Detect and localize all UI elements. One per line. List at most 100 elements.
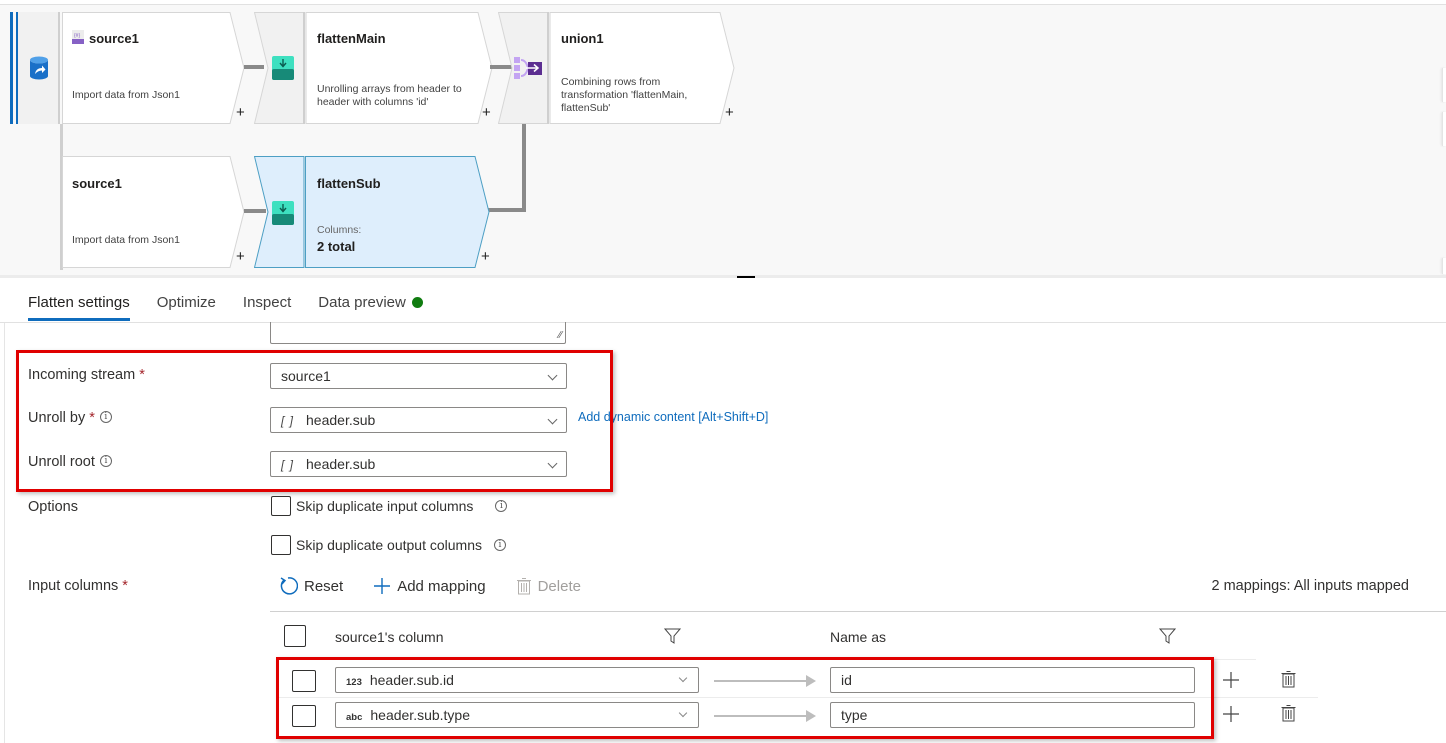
chevron-down-icon <box>547 370 558 381</box>
filter-icon[interactable] <box>1159 628 1176 644</box>
status-dot-icon <box>411 297 423 308</box>
add-transformation-button[interactable]: + <box>236 105 245 120</box>
name-as-input[interactable]: id <box>830 667 1195 693</box>
source-column-select[interactable]: 123 header.sub.id <box>335 667 699 693</box>
info-icon[interactable]: i <box>99 411 112 423</box>
required-mark: * <box>139 367 145 383</box>
tab-label: Flatten settings <box>28 294 130 311</box>
node-union1[interactable]: union1 Combining rows from transformatio… <box>549 12 740 124</box>
array-type-icon: [ ] <box>281 414 295 428</box>
tab-data-preview[interactable]: Data preview <box>318 294 423 320</box>
add-transformation-button[interactable]: + <box>236 249 245 264</box>
description-textarea[interactable]: ∕∕ <box>270 322 566 344</box>
integer-type-icon: 123 <box>346 677 362 688</box>
stream-selection-bar <box>10 12 13 124</box>
node-title: flattenSub <box>317 176 381 191</box>
column-header-name-as: Name as <box>830 629 887 645</box>
add-row-icon[interactable] <box>1222 671 1240 689</box>
flatten-icon-cell[interactable] <box>254 12 306 124</box>
required-mark: * <box>89 410 95 426</box>
svg-text:{#}: {#} <box>74 33 80 39</box>
select-value: header.sub <box>306 412 376 428</box>
node-columns-value: 2 total <box>317 239 356 254</box>
unroll-by-select[interactable]: [ ] header.sub <box>270 407 567 433</box>
add-row-icon[interactable] <box>1222 705 1240 723</box>
options-label: Options <box>28 499 78 515</box>
delete-button[interactable]: Delete <box>516 577 581 595</box>
node-source1[interactable]: {#} source1 Import data from Json1 + <box>62 12 250 124</box>
add-mapping-button[interactable]: Add mapping <box>373 577 486 595</box>
skip-duplicate-input-checkbox[interactable] <box>271 496 291 516</box>
header-divider <box>278 659 1256 660</box>
add-transformation-button[interactable]: + <box>482 105 491 120</box>
unroll-root-select[interactable]: [ ] header.sub <box>270 451 567 477</box>
unroll-root-label: Unroll root i <box>28 454 112 470</box>
delete-row-icon[interactable] <box>1281 670 1296 688</box>
tab-flatten-settings[interactable]: Flatten settings <box>28 294 130 321</box>
add-transformation-button[interactable]: + <box>725 105 734 120</box>
chevron-down-icon <box>547 458 558 469</box>
skip-duplicate-output-checkbox[interactable] <box>271 535 291 555</box>
button-label: Reset <box>304 577 344 595</box>
resize-grip-icon[interactable]: ∕∕ <box>559 330 562 341</box>
row-checkbox[interactable] <box>292 705 316 727</box>
canvas-side-tab-1[interactable] <box>1442 68 1446 102</box>
array-type-icon: [ ] <box>281 458 295 472</box>
canvas-side-tab-3[interactable] <box>1442 258 1446 274</box>
select-all-checkbox[interactable] <box>284 625 306 647</box>
unroll-by-label: Unroll by * i <box>28 410 112 426</box>
flatten-icon-cell-selected[interactable] <box>254 156 306 268</box>
name-as-input[interactable]: type <box>830 702 1195 728</box>
tab-inspect[interactable]: Inspect <box>243 294 291 320</box>
connector-line <box>522 124 526 212</box>
chevron-down-icon <box>678 708 688 718</box>
string-type-icon: abc <box>346 712 363 723</box>
column-header-source: source1's column <box>335 629 444 645</box>
reset-icon <box>280 577 298 595</box>
tab-optimize[interactable]: Optimize <box>157 294 216 320</box>
delete-row-icon[interactable] <box>1281 704 1296 722</box>
info-icon[interactable]: i <box>494 539 506 551</box>
select-value: header.sub.type <box>370 707 471 723</box>
plus-icon <box>374 578 391 594</box>
button-label: Add mapping <box>397 577 486 595</box>
add-dynamic-content-link[interactable]: Add dynamic content [Alt+Shift+D] <box>578 410 768 424</box>
panel-resize-handle[interactable] <box>737 276 755 278</box>
info-icon[interactable]: i <box>495 500 508 512</box>
panel-left-border <box>4 323 5 743</box>
chevron-down-icon <box>678 673 688 683</box>
node-description: Unrolling arrays from header to header w… <box>317 83 462 108</box>
select-value: header.sub <box>306 456 376 472</box>
json-dataset-icon: {#} <box>72 30 84 44</box>
node-source1-branch[interactable]: source1 Import data from Json1 + <box>62 156 250 268</box>
tab-label: Inspect <box>242 294 292 311</box>
node-flattenSub[interactable]: flattenSub Columns: 2 total + <box>305 156 495 268</box>
source-database-icon <box>30 56 48 80</box>
button-label: Delete <box>537 577 581 595</box>
checkbox-label: Skip duplicate input columns <box>296 498 474 514</box>
node-title: union1 <box>561 31 604 46</box>
node-columns-label: Columns: <box>317 224 362 236</box>
union-icon-cell[interactable] <box>498 12 550 124</box>
info-icon[interactable]: i <box>99 455 112 467</box>
reset-button[interactable]: Reset <box>278 576 343 596</box>
mapping-arrow-icon <box>714 675 816 687</box>
trash-icon <box>516 578 531 595</box>
filter-icon[interactable] <box>664 628 681 644</box>
source-icon-cell[interactable] <box>18 12 60 124</box>
tab-divider <box>0 322 1446 323</box>
add-transformation-button[interactable]: + <box>481 249 490 264</box>
checkbox-label: Skip duplicate output columns <box>296 537 482 553</box>
incoming-stream-select[interactable]: source1 <box>270 363 567 389</box>
node-description: Import data from Json1 <box>72 234 180 246</box>
canvas-side-tab-2[interactable] <box>1442 112 1446 146</box>
union-icon <box>514 57 542 79</box>
flatten-icon <box>272 201 294 225</box>
node-shape <box>62 12 245 124</box>
mapping-arrow-icon <box>714 710 816 722</box>
row-checkbox[interactable] <box>292 670 316 692</box>
select-value: header.sub.id <box>369 672 454 688</box>
node-title: flattenMain <box>317 31 386 46</box>
source-column-select[interactable]: abc header.sub.type <box>335 702 699 728</box>
node-flattenMain[interactable]: flattenMain Unrolling arrays from header… <box>305 12 494 124</box>
